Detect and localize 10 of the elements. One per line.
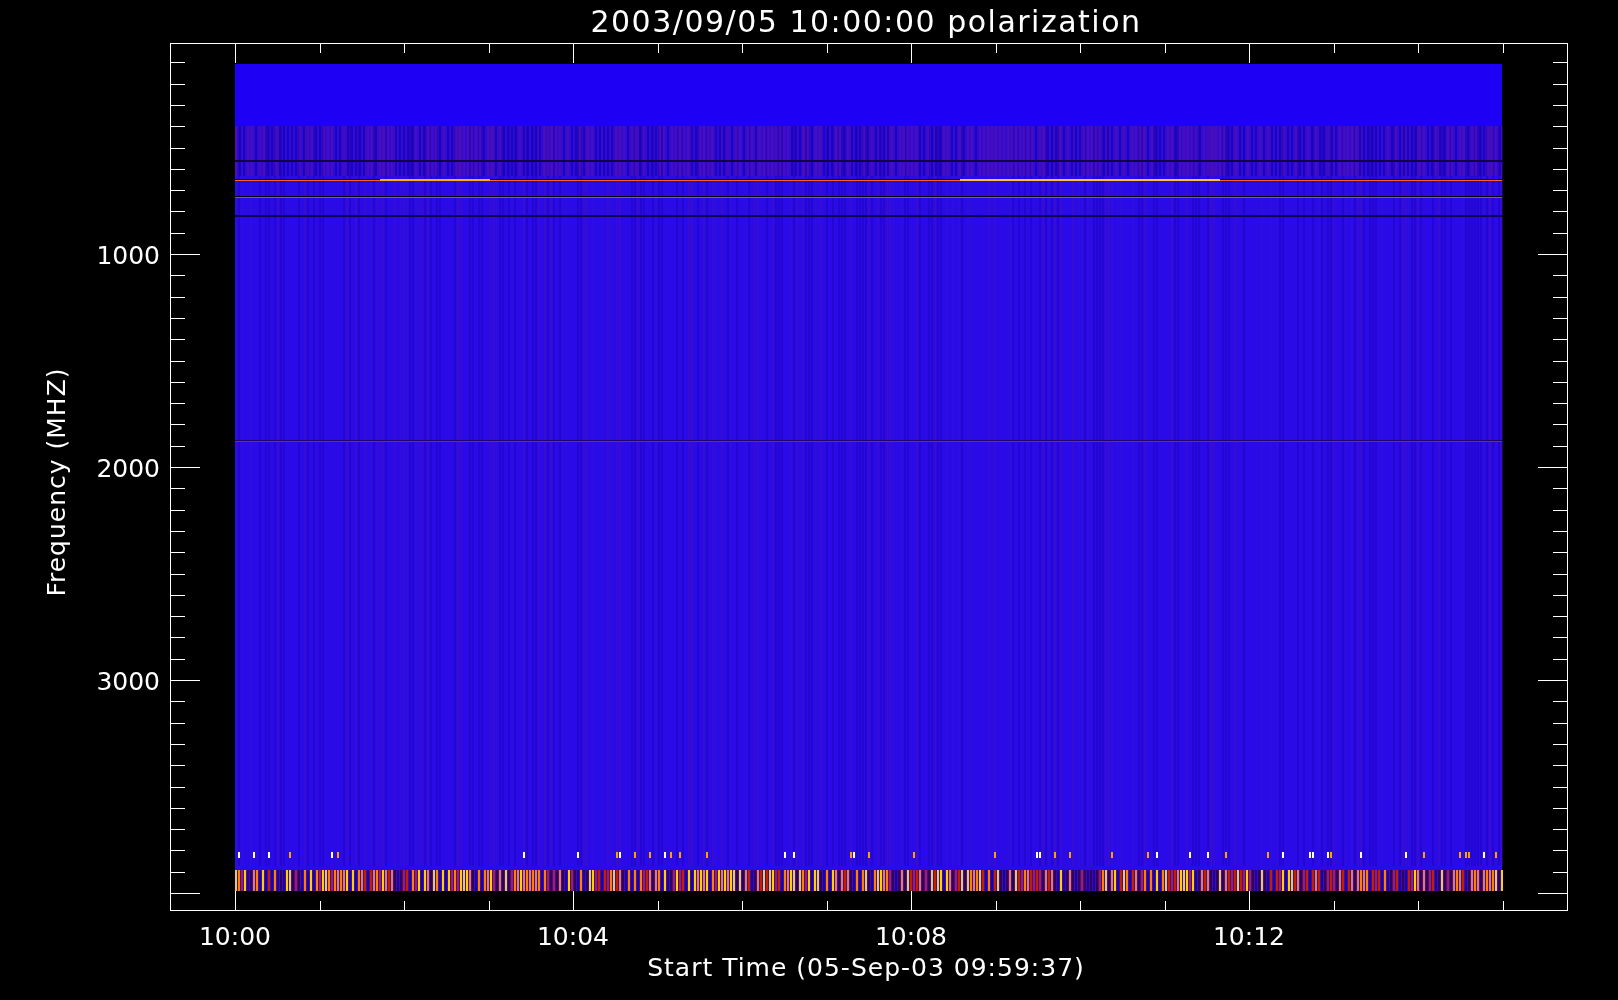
x-tick-label: 10:12 <box>1213 922 1285 951</box>
plot-title: 2003/09/05 10:00:00 polarization <box>590 4 1142 39</box>
x-tick-label: 10:00 <box>199 922 271 951</box>
y-axis-label: Frequency (MHZ) <box>42 367 71 597</box>
y-tick-label: 3000 <box>96 667 160 696</box>
y-tick-label: 1000 <box>96 241 160 270</box>
x-tick-label: 10:04 <box>537 922 609 951</box>
y-tick-label: 2000 <box>96 454 160 483</box>
x-tick-label: 10:08 <box>875 922 947 951</box>
x-axis-label: Start Time (05-Sep-03 09:59:37) <box>647 953 1085 982</box>
